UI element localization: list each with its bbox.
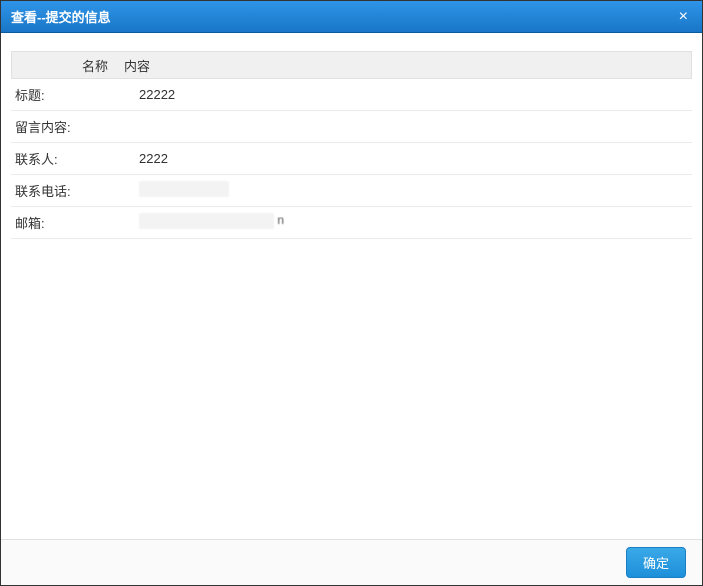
ok-button[interactable]: 确定 [626,547,686,578]
titlebar: 查看--提交的信息 × [1,1,702,33]
row-value [119,121,692,133]
table-row: 联系电话: [11,175,692,207]
dialog-content: 名称 内容 标题: 22222 留言内容: 联系人: 2222 联系电话: [1,33,702,539]
table-row: 标题: 22222 [11,79,692,111]
row-label: 邮箱: [11,207,119,238]
info-table: 名称 内容 标题: 22222 留言内容: 联系人: 2222 联系电话: [11,51,692,239]
redacted-text: n [139,213,274,229]
row-label: 联系人: [11,143,119,174]
table-row: 留言内容: [11,111,692,143]
row-label: 留言内容: [11,111,119,142]
dialog-footer: 确定 [1,539,702,585]
dialog-title: 查看--提交的信息 [11,7,111,26]
table-row: 联系人: 2222 [11,143,692,175]
table-row: 邮箱: n [11,207,692,239]
row-value: 2222 [119,145,692,172]
dialog: 查看--提交的信息 × 名称 内容 标题: 22222 留言内容: 联系人: 2… [0,0,703,586]
table-header-name: 名称 [12,56,120,75]
row-value-redacted [119,175,692,206]
row-label: 标题: [11,79,119,110]
row-value: 22222 [119,81,692,108]
close-icon[interactable]: × [675,7,692,27]
table-header-content: 内容 [120,56,691,75]
redacted-text [139,181,229,197]
row-value-redacted: n [119,207,692,238]
row-label: 联系电话: [11,175,119,206]
table-header-row: 名称 内容 [11,51,692,79]
